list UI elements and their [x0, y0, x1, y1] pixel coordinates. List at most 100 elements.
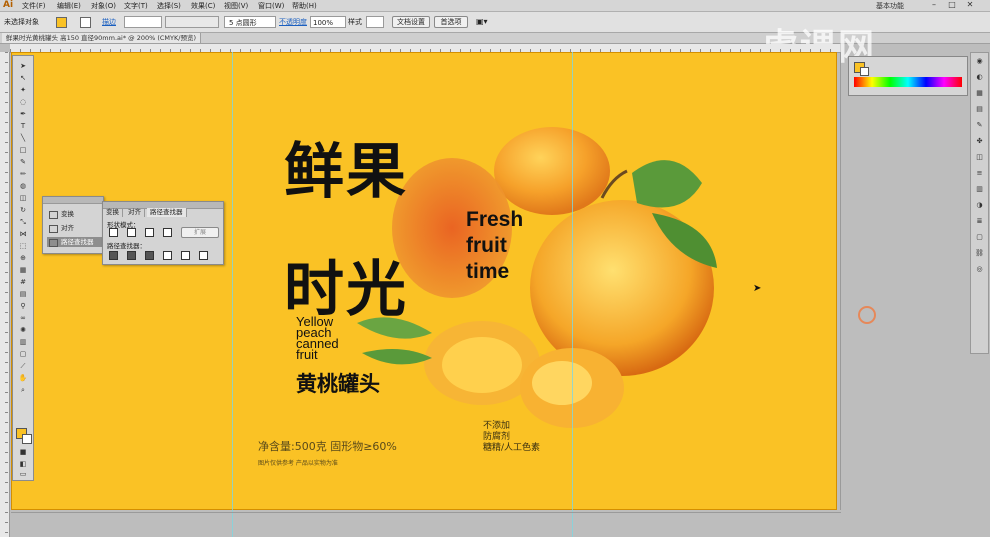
- draw-mode-icon[interactable]: ◧: [18, 460, 28, 468]
- menu-object[interactable]: 对象(O): [91, 1, 116, 11]
- menu-edit[interactable]: 编辑(E): [57, 1, 81, 11]
- menu-window[interactable]: 窗口(W): [258, 1, 284, 11]
- scale-tool-icon[interactable]: ⤡: [18, 218, 28, 226]
- magic-wand-tool-icon[interactable]: ✦: [18, 86, 28, 94]
- navigator-icon[interactable]: ◎: [975, 265, 984, 273]
- type-tool-icon[interactable]: T: [18, 122, 28, 130]
- workspace-switcher[interactable]: 基本功能: [876, 1, 904, 11]
- minus-back-icon[interactable]: [199, 251, 208, 260]
- lasso-tool-icon[interactable]: ◌: [18, 98, 28, 106]
- click-indicator-icon: [858, 306, 876, 324]
- title-cn-line1: 鲜果: [284, 137, 408, 207]
- color-stroke-swatch[interactable]: [860, 67, 869, 76]
- color-mode-icon[interactable]: ■: [18, 448, 28, 456]
- close-icon[interactable]: ✕: [962, 0, 978, 10]
- tab-transform[interactable]: 变换: [103, 208, 123, 217]
- menu-file[interactable]: 文件(F): [22, 1, 46, 11]
- shape-builder-tool-icon[interactable]: ⊕: [18, 254, 28, 262]
- panel-item-transform[interactable]: 变换: [47, 209, 74, 219]
- hand-tool-icon[interactable]: ✋: [18, 374, 28, 382]
- paintbrush-tool-icon[interactable]: ✎: [18, 158, 28, 166]
- layers-icon[interactable]: ≣: [975, 217, 984, 225]
- transparency-icon[interactable]: ◑: [975, 201, 984, 209]
- symbol-sprayer-tool-icon[interactable]: ✺: [18, 326, 28, 334]
- unite-icon[interactable]: [109, 228, 118, 237]
- trim-icon[interactable]: [127, 251, 136, 260]
- menu-effect[interactable]: 效果(C): [191, 1, 215, 11]
- guide-line[interactable]: [232, 52, 233, 537]
- appearance-icon[interactable]: ◉: [975, 57, 984, 65]
- expand-button[interactable]: 扩展: [181, 227, 219, 238]
- artboard-tool-icon[interactable]: ▢: [18, 350, 28, 358]
- zoom-tool-icon[interactable]: ⌕: [18, 386, 28, 394]
- blob-brush-tool-icon[interactable]: ◍: [18, 182, 28, 190]
- swatches-icon[interactable]: ▤: [975, 105, 984, 113]
- panel-item-label: 路径查找器: [61, 238, 94, 246]
- gradient-tool-icon[interactable]: ▤: [18, 290, 28, 298]
- eyedropper-tool-icon[interactable]: ⚲: [18, 302, 28, 310]
- free-transform-tool-icon[interactable]: ⬚: [18, 242, 28, 250]
- rotate-tool-icon[interactable]: ↻: [18, 206, 28, 214]
- stroke-panel-icon[interactable]: ≡: [975, 169, 984, 177]
- color-panel-icon[interactable]: ◐: [975, 73, 984, 81]
- artboards-icon[interactable]: ▢: [975, 233, 984, 241]
- arrange-icon[interactable]: ▣▾: [476, 16, 488, 28]
- merge-icon[interactable]: [145, 251, 154, 260]
- panel-header[interactable]: [43, 197, 103, 204]
- opacity-link[interactable]: 不透明度: [279, 16, 307, 28]
- width-tool-icon[interactable]: ⋈: [18, 230, 28, 238]
- menu-help[interactable]: 帮助(H): [292, 1, 317, 11]
- crop-icon[interactable]: [163, 251, 172, 260]
- document-setup-button[interactable]: 文档设置: [392, 16, 430, 28]
- rectangle-tool-icon[interactable]: □: [18, 146, 28, 154]
- tab-pathfinder[interactable]: 路径查找器: [147, 208, 187, 217]
- brushes-icon[interactable]: ✎: [975, 121, 984, 129]
- eraser-tool-icon[interactable]: ◫: [18, 194, 28, 202]
- style-dropdown[interactable]: [366, 16, 384, 28]
- line-tool-icon[interactable]: ╲: [18, 134, 28, 142]
- menu-select[interactable]: 选择(S): [157, 1, 181, 11]
- column-graph-tool-icon[interactable]: ▥: [18, 338, 28, 346]
- symbols-icon[interactable]: ✤: [975, 137, 984, 145]
- direct-selection-tool-icon[interactable]: ↖: [18, 74, 28, 82]
- document-tab[interactable]: 鲜果时光黄桃罐头 高150 直径90mm.ai* @ 200% (CMYK/预览…: [2, 33, 202, 43]
- screen-mode-icon[interactable]: ▭: [18, 470, 28, 478]
- exclude-icon[interactable]: [163, 228, 172, 237]
- outline-icon[interactable]: [181, 251, 190, 260]
- blend-tool-icon[interactable]: ∞: [18, 314, 28, 322]
- stroke-weight-field[interactable]: [124, 16, 162, 28]
- perspective-grid-tool-icon[interactable]: ▦: [18, 266, 28, 274]
- stroke-link[interactable]: 描边: [102, 16, 116, 28]
- minus-front-icon[interactable]: [127, 228, 136, 237]
- opacity-field[interactable]: 100%: [310, 16, 346, 28]
- links-icon[interactable]: ⛓: [975, 249, 984, 257]
- menu-type[interactable]: 文字(T): [124, 1, 148, 11]
- pencil-tool-icon[interactable]: ✏: [18, 170, 28, 178]
- minimize-icon[interactable]: –: [926, 0, 942, 10]
- bleed-edge-right: [840, 52, 841, 510]
- title-en-line: time: [466, 260, 510, 283]
- panel-item-align[interactable]: 对齐: [47, 223, 74, 233]
- preferences-button[interactable]: 首选项: [434, 16, 468, 28]
- vertical-ruler[interactable]: [0, 52, 10, 537]
- variable-width-dropdown[interactable]: [165, 16, 219, 28]
- stroke-swatch[interactable]: [80, 17, 91, 28]
- color-spectrum[interactable]: [854, 77, 962, 87]
- mesh-tool-icon[interactable]: #: [18, 278, 28, 286]
- tab-align[interactable]: 对齐: [125, 208, 145, 217]
- fill-swatch[interactable]: [56, 17, 67, 28]
- artboard[interactable]: 鲜果 时光: [11, 52, 837, 510]
- graphic-styles-icon[interactable]: ◫: [975, 153, 984, 161]
- stroke-color-swatch[interactable]: [22, 434, 32, 444]
- pen-tool-icon[interactable]: ✒: [18, 110, 28, 118]
- maximize-icon[interactable]: □: [944, 0, 960, 10]
- guide-line[interactable]: [572, 52, 573, 537]
- gradient-panel-icon[interactable]: ▥: [975, 185, 984, 193]
- selection-tool-icon[interactable]: ➤: [18, 62, 28, 70]
- divide-icon[interactable]: [109, 251, 118, 260]
- menu-view[interactable]: 视图(V): [224, 1, 248, 11]
- color-guide-icon[interactable]: ▦: [975, 89, 984, 97]
- intersect-icon[interactable]: [145, 228, 154, 237]
- brush-dropdown[interactable]: 5 点圆形: [224, 16, 276, 28]
- slice-tool-icon[interactable]: ⟋: [18, 362, 28, 370]
